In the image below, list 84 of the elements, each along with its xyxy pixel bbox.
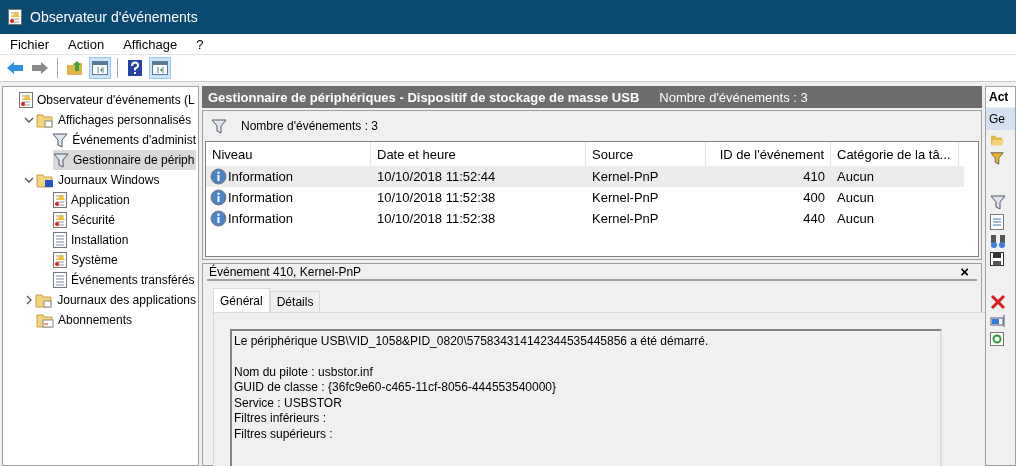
table-cell: Information: [228, 211, 294, 226]
tree-item[interactable]: Application: [53, 190, 132, 210]
menu-item[interactable]: Affichage: [123, 36, 178, 52]
tree-item[interactable]: Sécurité: [53, 210, 118, 230]
property-line: Filtres supérieurs :: [234, 426, 334, 442]
log-warning-icon: [53, 252, 67, 268]
table-cell-text: Kernel-PnP: [591, 168, 660, 186]
window-title: Observateur d'événements: [30, 9, 198, 25]
tab[interactable]: Détails: [269, 291, 321, 312]
table-cell-text: 10/10/2018 11:52:38: [376, 189, 497, 207]
log-warning-icon: [53, 212, 67, 228]
table-cell-text: 410: [802, 168, 826, 186]
back-arrow-icon: [6, 61, 24, 75]
filter-icon: [211, 118, 227, 134]
delete-icon[interactable]: [990, 294, 1006, 310]
table-cell-text: 400: [802, 189, 826, 207]
filter-icon: [52, 132, 69, 148]
event-viewer-icon: [8, 9, 22, 25]
pane-icon: [92, 61, 108, 75]
close-button[interactable]: ×: [954, 264, 975, 279]
menu-item[interactable]: Fichier: [10, 36, 49, 52]
table-cell-text: 440: [802, 210, 826, 228]
forward-arrow-icon: [31, 61, 49, 75]
tree-item[interactable]: Journaux Windows: [36, 170, 162, 190]
properties-icon[interactable]: [990, 214, 1004, 230]
binoculars-icon[interactable]: [990, 234, 1006, 248]
log-warning-icon: [53, 192, 67, 208]
table-cell: Information: [228, 169, 294, 184]
folder-icon: [35, 292, 54, 308]
property-line: Filtres inférieurs :: [234, 411, 328, 427]
property-line: Service : USBSTOR: [234, 395, 343, 411]
filter-icon: [53, 152, 69, 168]
event-row[interactable]: Information 10/10/2018 11:52:38 Kernel-PnP 440 Aucun: [206, 208, 964, 229]
tree-item[interactable]: Événements transférés: [53, 270, 197, 290]
table-cell-text: 10/10/2018 11:52:38: [376, 210, 497, 228]
table-cell: Information: [228, 190, 294, 205]
tree-item[interactable]: Affichages personnalisés: [36, 110, 194, 130]
folder-icon: [36, 172, 54, 188]
filter-icon[interactable]: [990, 150, 1004, 166]
toolbar-button[interactable]: [149, 57, 171, 79]
property-line: Nom du pilote : usbstor.inf: [234, 364, 374, 380]
chevron-down-icon[interactable]: [24, 115, 34, 125]
calendar-folder-icon: [36, 312, 54, 328]
table-cell-text: Aucun: [836, 189, 875, 207]
tree-item[interactable]: Système: [53, 250, 120, 270]
event-row[interactable]: Information 10/10/2018 11:52:44 Kernel-PnP 410 Aucun: [206, 166, 964, 187]
refresh-icon[interactable]: [990, 332, 1004, 346]
table-cell-text: Aucun: [836, 210, 875, 228]
toolbar-button[interactable]: [89, 57, 111, 79]
event-count: Nombre d'événements : 3: [241, 119, 379, 133]
tree-item[interactable]: Abonnements: [36, 310, 135, 330]
menu-item[interactable]: Action: [68, 36, 105, 52]
event-viewer-icon: [19, 92, 33, 108]
actions-title: Act: [986, 87, 1015, 107]
save-icon[interactable]: [990, 252, 1004, 266]
event-row[interactable]: Information 10/10/2018 11:52:38 Kernel-PnP 400 Aucun: [206, 187, 964, 208]
tab[interactable]: Général: [213, 288, 270, 312]
pane-icon: [152, 61, 168, 75]
event-count: Nombre d'événements : 3: [659, 89, 808, 105]
table-cell-text: Aucun: [836, 168, 875, 186]
property-line: GUID de classe : {36fc9e60-c465-11cf-8056-444553540000}: [234, 380, 557, 396]
actions-section[interactable]: Ge: [986, 108, 1015, 130]
information-icon: [210, 189, 227, 206]
table-cell-text: 10/10/2018 11:52:44: [376, 168, 497, 186]
log-icon: [53, 272, 67, 288]
folder-up-icon: [66, 60, 84, 76]
tree-item[interactable]: Observateur d'événements (L: [19, 90, 197, 110]
event-title: Événement 410, Kernel-PnP: [209, 264, 362, 279]
table-cell-text: Kernel-PnP: [591, 210, 660, 228]
filter-icon: [990, 194, 1006, 210]
tree-item[interactable]: Installation: [53, 230, 131, 250]
menu-item[interactable]: ?: [196, 36, 204, 52]
help-icon: [128, 60, 142, 76]
tree-item[interactable]: Journaux des applications: [35, 290, 198, 310]
information-icon: [210, 210, 227, 227]
tree-item[interactable]: Événements d'administ: [52, 130, 198, 150]
table-cell-text: Kernel-PnP: [591, 189, 660, 207]
tree-item[interactable]: Gestionnaire de périph: [53, 150, 197, 170]
log-icon: [53, 232, 67, 248]
view-title: Gestionnaire de périphériques - Dispositif de stockage de masse USB: [208, 89, 640, 105]
chevron-down-icon[interactable]: [24, 175, 34, 185]
information-icon: [210, 168, 227, 185]
folder-icon: [36, 112, 54, 128]
event-message: Le périphérique USB\VID_1058&PID_0820\575834314142344535445856 a été démarré.: [234, 334, 710, 350]
